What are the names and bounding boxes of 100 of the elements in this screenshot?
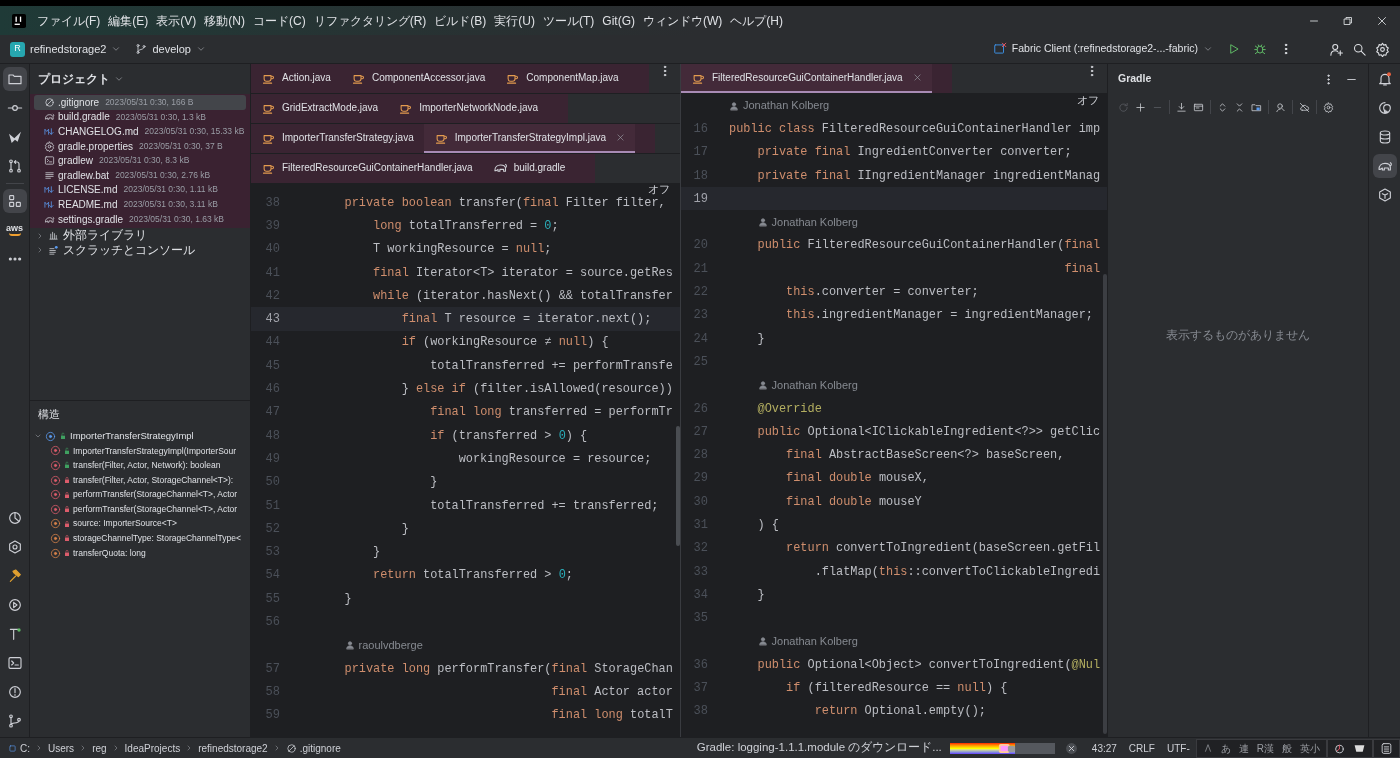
breadcrumb[interactable]: IdeaProjects xyxy=(124,740,181,756)
ime-mode[interactable]: 般 xyxy=(1282,740,1292,756)
file-row[interactable]: .gitignore 2023/05/31 0:30, 166 B xyxy=(34,95,246,110)
add-user-icon[interactable] xyxy=(1329,41,1344,57)
editor-tab[interactable]: build.gradle xyxy=(482,154,576,183)
menu-item[interactable]: ヘルプ(H) xyxy=(730,11,783,30)
tree-row[interactable]: スクラッチとコンソール xyxy=(30,242,250,258)
editor-tab[interactable]: GridExtractMode.java xyxy=(251,94,389,123)
project-button[interactable] xyxy=(2,67,27,91)
file-row[interactable]: gradlew 2023/05/31 0:30, 8.3 kB xyxy=(34,153,246,168)
author-hint[interactable]: Jonathan Kolberg xyxy=(757,376,858,394)
tree-row[interactable]: performTransfer(StorageChannel<T>, Actor xyxy=(30,501,250,517)
code-line: return Optional.empty(); xyxy=(813,704,986,719)
author-hint[interactable]: Jonathan Kolberg xyxy=(757,633,858,650)
editor-tab[interactable]: ImporterNetworkNode.java xyxy=(388,94,549,123)
menu-item[interactable]: Git(G) xyxy=(602,11,635,30)
collapse-icon[interactable] xyxy=(1234,101,1245,113)
menu-item[interactable]: ツール(T) xyxy=(543,11,595,30)
breadcrumb[interactable]: Users xyxy=(48,740,75,756)
inlay-toggle[interactable]: オフ xyxy=(1077,95,1099,106)
menu-item[interactable]: リファクタリング(R) xyxy=(313,11,427,30)
inlay-toggle[interactable]: オフ xyxy=(648,184,670,195)
notes-icon[interactable] xyxy=(1380,741,1393,755)
close-icon[interactable] xyxy=(1376,14,1388,27)
file-row[interactable]: settings.gradle 2023/05/31 0:30, 1.63 kB xyxy=(34,211,246,227)
editor-tab[interactable]: ComponentMap.java xyxy=(495,64,629,93)
file-row[interactable]: build.gradle 2023/05/31 0:30, 1.3 kB xyxy=(34,109,246,125)
background-task[interactable]: Gradle: logging-1.1.1.module のダウンロード... xyxy=(696,739,942,757)
file-row[interactable]: CHANGELOG.md 2023/05/31 0:30, 15.33 kB xyxy=(34,124,246,139)
folder-icon[interactable] xyxy=(1251,101,1262,113)
editor-tab[interactable]: FilteredResourceGuiContainerHandler.java xyxy=(251,154,483,183)
project-selector[interactable]: R refinedstorage2 xyxy=(10,40,122,58)
bug-icon[interactable] xyxy=(1253,42,1267,56)
tree-row[interactable]: ImporterTransferStrategyImpl xyxy=(30,429,250,444)
restore-icon[interactable] xyxy=(1342,14,1354,27)
tree-row[interactable]: transfer(Filter, Actor, Network): boolean xyxy=(30,458,250,473)
author-hint[interactable]: raoulvdberge xyxy=(344,637,423,654)
ime-mode[interactable]: 英小 xyxy=(1300,740,1320,756)
project-badge: R xyxy=(10,41,25,57)
person-search-icon[interactable] xyxy=(1275,101,1286,113)
tree-row[interactable]: storageChannelType: StorageChannelType< xyxy=(30,531,250,546)
author-hint[interactable]: Jonathan Kolberg xyxy=(757,213,858,231)
branch-selector[interactable]: develop xyxy=(135,40,206,58)
editor-tab[interactable]: ImporterTransferStrategy.java xyxy=(251,124,424,153)
line-separator[interactable]: CRLF xyxy=(1128,740,1155,756)
menu-item[interactable]: ビルド(B) xyxy=(434,11,487,30)
ime-mode[interactable]: あ xyxy=(1220,740,1231,756)
breadcrumb[interactable]: reg xyxy=(92,740,107,756)
tree-row[interactable]: ImporterTransferStrategyImpl(ImporterSour xyxy=(30,443,250,459)
pull-request-icon xyxy=(6,158,23,174)
breadcrumb[interactable]: .gitignore xyxy=(285,740,341,756)
expand-icon[interactable] xyxy=(1217,101,1228,113)
editor-tab[interactable]: Action.java xyxy=(251,64,341,93)
author-hint[interactable]: Jonathan Kolberg xyxy=(729,97,830,114)
chevron-down-icon xyxy=(114,74,124,84)
encoding[interactable]: UTF- xyxy=(1167,740,1190,756)
menu-item[interactable]: 編集(E) xyxy=(108,11,149,30)
ime-mode[interactable]: 連 xyxy=(1238,740,1249,756)
file-row[interactable]: gradlew.bat 2023/05/31 0:30, 2.76 kB xyxy=(34,167,246,183)
menu-item[interactable]: 実行(U) xyxy=(494,11,535,30)
aws-button[interactable]: aws xyxy=(2,218,27,242)
editor-tab[interactable]: FilteredResourceGuiContainerHandler.java xyxy=(681,64,932,93)
panel-title[interactable]: プロジェクト xyxy=(38,70,110,88)
caret-position[interactable]: 43:27 xyxy=(1091,740,1117,756)
code-line: this.converter = converter; xyxy=(785,285,979,299)
file-row[interactable]: README.md 2023/05/31 0:30, 3.11 kB xyxy=(34,197,246,212)
scrollbar-thumb[interactable] xyxy=(676,426,680,546)
method-icon xyxy=(50,460,61,471)
menu-item[interactable]: ファイル(F) xyxy=(37,11,101,30)
breadcrumb[interactable]: refinedstorage2 xyxy=(198,740,268,756)
tree-row[interactable]: transfer(Filter, Actor, StorageChannel<T>): xyxy=(30,472,250,488)
markdown-icon xyxy=(44,126,55,137)
structure-button[interactable] xyxy=(2,189,27,213)
ime-toolbar[interactable]: あ 連 R漢 般 英小 xyxy=(1195,738,1327,758)
cloud-off-icon[interactable] xyxy=(1299,101,1310,113)
settings-icon[interactable] xyxy=(1375,41,1390,57)
tree-row[interactable]: transferQuota: long xyxy=(30,545,250,561)
search-icon[interactable] xyxy=(1352,41,1367,57)
download-icon[interactable] xyxy=(1176,101,1187,113)
settings-icon[interactable] xyxy=(1323,101,1334,113)
window-icon[interactable] xyxy=(1193,101,1204,113)
tree-row[interactable]: source: ImporterSource<T> xyxy=(30,516,250,532)
breadcrumb[interactable]: C: xyxy=(8,740,30,756)
run-config-selector[interactable]: Fabric Client (:refinedstorage2-...-fabric) xyxy=(992,41,1221,57)
menu-item[interactable]: コード(C) xyxy=(253,11,306,30)
play-icon[interactable] xyxy=(1227,42,1241,56)
editor-tab[interactable]: ComponentAccessor.java xyxy=(340,64,496,93)
menu-item[interactable]: ウィンドウ(W) xyxy=(643,11,723,30)
tree-row[interactable]: 外部ライブラリ xyxy=(30,228,250,243)
menu-item[interactable]: 表示(V) xyxy=(156,11,197,30)
menu-item[interactable]: 移動(N) xyxy=(204,11,245,30)
plus-icon[interactable] xyxy=(1135,101,1146,113)
file-row[interactable]: gradle.properties 2023/05/31 0:30, 37 B xyxy=(34,138,246,154)
editor-tab[interactable]: ImporterTransferStrategyImpl.java xyxy=(423,124,636,153)
ime-mode[interactable]: R漢 xyxy=(1256,740,1274,756)
file-row[interactable]: LICENSE.md 2023/05/31 0:30, 1.11 kB xyxy=(34,182,246,198)
tree-row[interactable]: performTransfer(StorageChannel<T>, Actor xyxy=(30,487,250,502)
app-logo[interactable] xyxy=(11,13,26,28)
elephant-button[interactable] xyxy=(1372,154,1397,178)
cancel-icon[interactable] xyxy=(1064,741,1078,755)
